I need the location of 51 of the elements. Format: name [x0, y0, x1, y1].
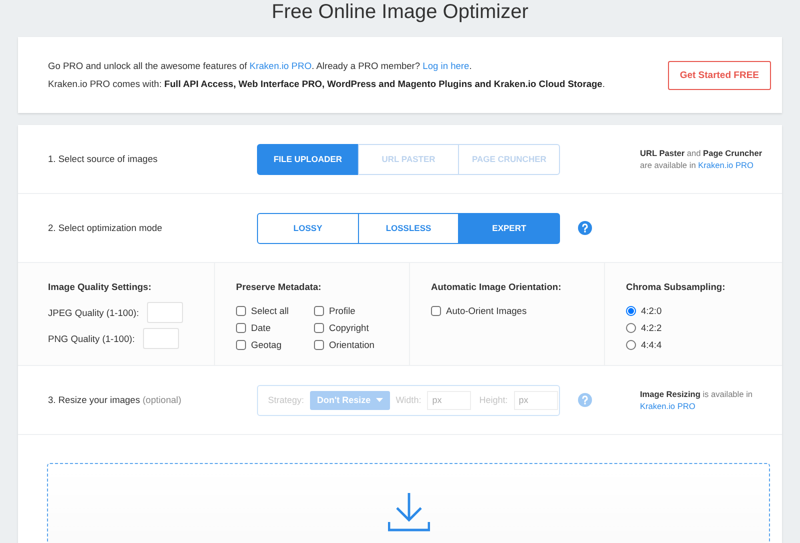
pro-note: URL Paster and Page Cruncher are available in Kraken.io PRO — [640, 147, 762, 171]
quality-field[interactable] — [146, 302, 183, 323]
height-label: Height: — [479, 395, 508, 405]
checkbox[interactable] — [236, 322, 246, 332]
option-label: Select all — [251, 306, 289, 316]
section-title: Preserve Metadata: — [236, 282, 322, 292]
link[interactable]: Kraken.io PRO — [250, 61, 312, 71]
caret-icon — [376, 398, 383, 402]
optional-label: (optional) — [142, 395, 182, 405]
option-label: Auto-Orient Images — [446, 306, 527, 316]
option-label: 4:4:4 — [641, 340, 662, 350]
radio-button[interactable] — [626, 306, 636, 316]
segment-tab[interactable]: FILE UPLOADER — [257, 144, 359, 174]
option-label: Orientation — [329, 340, 374, 350]
checkbox[interactable] — [314, 322, 324, 332]
step-label: 1. Select source of images — [48, 154, 158, 164]
pro-note: Image Resizing is available in Kraken.io PRO — [640, 388, 753, 412]
option-label: Geotag — [251, 340, 282, 350]
width-label: Width: — [396, 395, 422, 405]
checkbox[interactable] — [236, 340, 246, 350]
page-title: Free Online Image Optimizer — [270, 0, 530, 25]
option-label: Copyright — [329, 322, 369, 332]
section-title: Chroma Subsampling: — [626, 282, 726, 292]
segment-tab[interactable]: LOSSY — [257, 212, 359, 244]
checkbox[interactable] — [431, 306, 441, 316]
field-label: PNG Quality (1-100): — [48, 334, 135, 344]
segment-tab[interactable]: EXPERT — [458, 212, 560, 244]
step-label: 2. Select optimization mode — [48, 223, 162, 233]
radio-button[interactable] — [626, 340, 636, 350]
quality-field[interactable] — [142, 328, 179, 349]
promo-text: Go PRO and unlock all the awesome features of Kraken.io PRO. Already a PRO member? Log in here. — [48, 60, 473, 73]
segment-tab[interactable]: LOSSLESS — [358, 212, 460, 244]
option-label: Date — [251, 322, 271, 332]
option-label: 4:2:2 — [641, 322, 662, 332]
promo-features-text: Kraken.io PRO comes with: Full API Access, Web Interface PRO, WordPress and Magento Plugins and Kraken.io Cloud Storage. — [48, 78, 606, 91]
section-title: Image Quality Settings: — [48, 282, 152, 292]
checkbox[interactable] — [314, 340, 324, 350]
checkbox[interactable] — [314, 306, 324, 316]
link[interactable]: Kraken.io PRO — [698, 160, 754, 170]
checkbox[interactable] — [236, 306, 246, 316]
option-label: 4:2:0 — [641, 306, 662, 316]
link[interactable]: Log in here — [422, 61, 470, 71]
radio-button[interactable] — [626, 322, 636, 332]
field-label: JPEG Quality (1-100): — [48, 308, 139, 318]
get-started-button[interactable]: Get Started FREE — [668, 60, 771, 90]
strategy-label: Strategy: — [268, 395, 304, 405]
step-label: 3. Resize your images — [48, 395, 141, 405]
section-title: Automatic Image Orientation: — [431, 282, 562, 292]
help-icon[interactable] — [578, 221, 592, 235]
option-label: Profile — [329, 306, 356, 316]
download-icon — [388, 492, 430, 532]
